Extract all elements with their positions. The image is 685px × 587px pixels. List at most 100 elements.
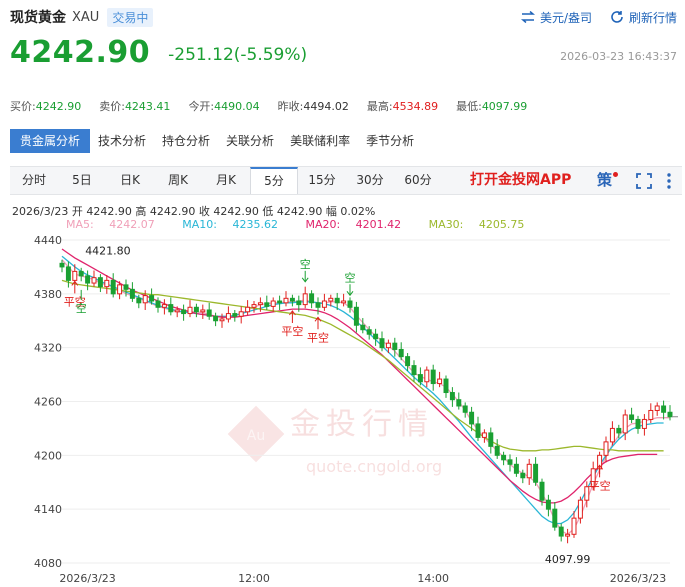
- candle-body: [456, 399, 462, 407]
- candle-body: [539, 481, 545, 501]
- y-tick-label: 4140: [34, 503, 62, 516]
- candle-body: [552, 508, 558, 528]
- candle-body: [417, 374, 423, 383]
- trading-status-badge: 交易中: [107, 7, 154, 27]
- candle-body: [661, 405, 667, 413]
- instrument-name: 现货黄金: [10, 10, 66, 26]
- currency-switch-button[interactable]: 美元/盎司: [520, 9, 592, 26]
- strategy-button[interactable]: 策: [597, 167, 612, 194]
- candle-body: [558, 526, 564, 537]
- candle-body: [302, 293, 308, 306]
- candle-body: [398, 348, 404, 358]
- y-tick-label: 4200: [34, 449, 62, 462]
- signal-label: 空: [76, 301, 87, 315]
- tab-precious-metals[interactable]: 贵金属分析: [10, 129, 91, 153]
- candle-body: [341, 300, 347, 304]
- candle-body: [245, 306, 251, 313]
- candle-body: [257, 302, 263, 306]
- period-60min[interactable]: 60分: [394, 167, 442, 194]
- period-monthly[interactable]: 月K: [202, 167, 250, 194]
- candle-body: [513, 463, 519, 474]
- candle-body: [104, 279, 110, 288]
- candle-body: [641, 418, 647, 429]
- candle-body: [545, 499, 551, 510]
- candle-body: [78, 270, 84, 277]
- notification-dot: [613, 172, 618, 177]
- candle-body: [629, 414, 635, 420]
- candle-body: [411, 365, 417, 376]
- candle-body: [353, 306, 359, 326]
- refresh-label: 刷新行情: [628, 10, 677, 25]
- price-change: -251.12(-5.59%): [168, 45, 308, 65]
- candle-body: [232, 313, 238, 317]
- candle-body: [392, 342, 398, 350]
- tab-seasonal[interactable]: 季节分析: [358, 129, 422, 153]
- candle-body: [65, 266, 71, 281]
- candle-body: [481, 432, 487, 438]
- y-tick-label: 4440: [34, 234, 62, 247]
- y-tick-label: 4080: [34, 557, 62, 570]
- signal-label: 空: [345, 270, 356, 284]
- quote-stats: 买价:4242.90 卖价:4243.41 今开:4490.04 昨收:4494…: [10, 98, 545, 114]
- signal-label: 平空: [589, 478, 611, 492]
- candle-body: [187, 306, 193, 315]
- last-price: 4242.90: [10, 35, 151, 70]
- quote-prev-close: 昨收:4494.02: [277, 100, 349, 113]
- candle-body: [123, 284, 129, 290]
- more-options-icon[interactable]: [666, 172, 672, 190]
- x-tick-label: 2026/3/23: [610, 572, 666, 585]
- period-weekly[interactable]: 周K: [154, 167, 202, 194]
- candle-body: [142, 295, 148, 304]
- tab-positions[interactable]: 持仓分析: [154, 129, 218, 153]
- candle-body: [366, 329, 372, 335]
- candle-body: [443, 378, 449, 394]
- candle-body: [149, 295, 155, 302]
- swap-icon: [520, 11, 535, 23]
- period-5day[interactable]: 5日: [58, 167, 106, 194]
- candle-body: [469, 411, 475, 425]
- candle-body: [270, 300, 276, 307]
- candle-body: [667, 411, 673, 418]
- candle-body: [181, 309, 187, 315]
- tab-correlation[interactable]: 关联分析: [218, 129, 282, 153]
- candle-body: [251, 304, 257, 308]
- tab-technical[interactable]: 技术分析: [90, 129, 154, 153]
- candlestick-chart[interactable]: Au 金投行情 quote.cngold.org 4440 4380 4320 4260 42…: [0, 224, 685, 587]
- period-tabs: 分时 5日 日K 周K 月K 5分 15分 30分 60分 打开金投网APP 策: [10, 166, 682, 195]
- signal-label: 空: [300, 257, 311, 271]
- tab-fed-rate[interactable]: 美联储利率: [282, 129, 358, 153]
- period-30min[interactable]: 30分: [346, 167, 394, 194]
- candle-body: [174, 309, 180, 313]
- period-intraday[interactable]: 分时: [10, 167, 58, 194]
- period-15min[interactable]: 15分: [298, 167, 346, 194]
- candle-body: [161, 304, 167, 308]
- candle-body: [59, 262, 65, 268]
- signal-label: 平空: [281, 324, 303, 338]
- candle-body: [136, 297, 142, 304]
- candle-body: [219, 318, 225, 322]
- candle-body: [155, 300, 161, 308]
- candle-body: [462, 405, 468, 413]
- period-5min[interactable]: 5分: [250, 167, 298, 194]
- watermark-seal-text: Au: [247, 428, 265, 444]
- candle-body: [635, 418, 641, 429]
- candle-body: [334, 297, 340, 304]
- watermark-site: quote.cngold.org: [306, 457, 442, 476]
- x-tick-label: 2026/3/23: [59, 572, 115, 585]
- x-tick-label: 14:00: [417, 572, 449, 585]
- quote-timestamp: 2026-03-23 16:43:37: [560, 50, 677, 63]
- candle-body: [264, 302, 270, 307]
- open-app-link[interactable]: 打开金投网APP: [470, 167, 571, 194]
- min-price-label: 4097.99: [545, 553, 591, 566]
- candle-body: [654, 405, 660, 411]
- candle-body: [117, 284, 123, 295]
- fullscreen-icon[interactable]: [636, 173, 652, 189]
- quote-low: 最低:4097.99: [456, 100, 528, 113]
- refresh-button[interactable]: 刷新行情: [610, 9, 677, 26]
- candle-body: [385, 342, 391, 349]
- period-daily[interactable]: 日K: [106, 167, 154, 194]
- x-tick-label: 12:00: [238, 572, 270, 585]
- candle-body: [571, 517, 577, 535]
- candle-body: [379, 338, 385, 349]
- candle-body: [449, 392, 455, 401]
